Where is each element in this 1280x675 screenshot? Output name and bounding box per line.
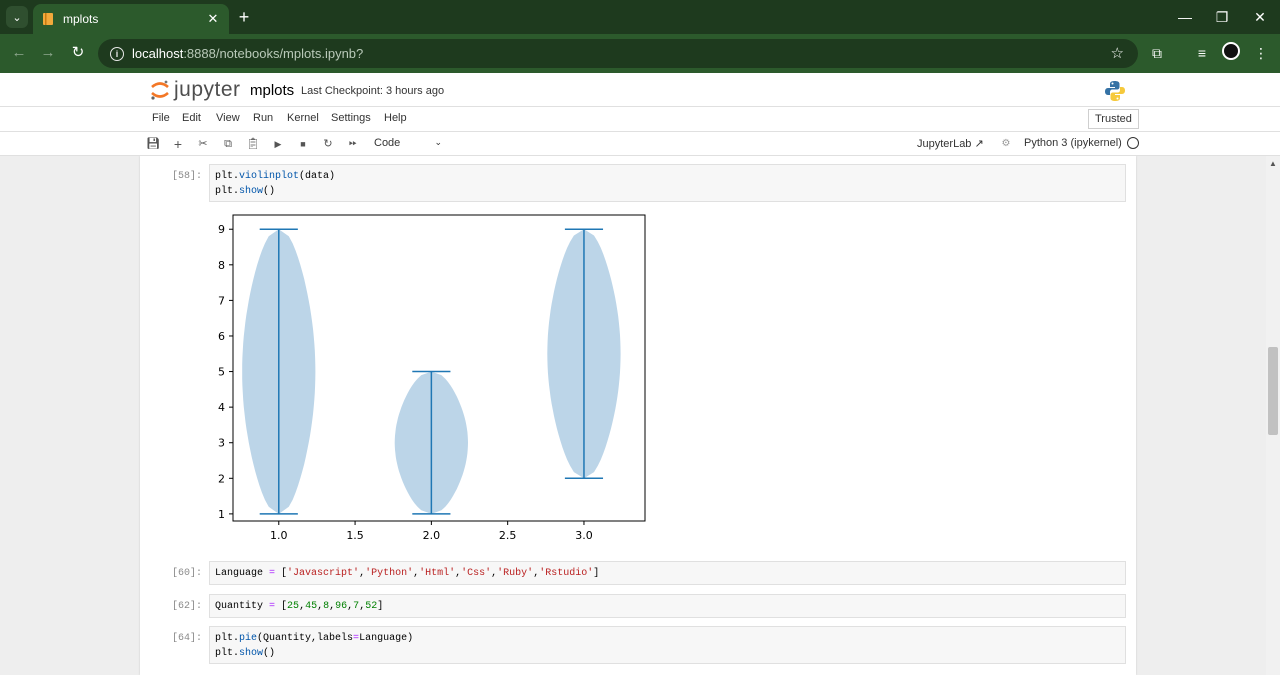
y-tick-label: 1 [218,508,225,521]
notebook-title[interactable]: mplots [250,82,294,99]
notebook-page: [58]: plt.violinplot(data) plt.show() 1.… [140,156,1136,675]
minimize-icon[interactable]: — [1170,6,1200,28]
cut-icon[interactable]: ✂ [195,136,211,152]
violin-chart-svg: 1.0 1.5 2.0 2.5 3.0 1 2 3 4 5 6 7 8 9 [218,214,646,542]
y-tick-label: 6 [218,330,225,343]
jupyter-menu-bar: File Edit View Run Kernel Settings Help … [0,107,1280,132]
forward-icon[interactable]: → [37,42,59,64]
tab-title: mplots [63,12,99,26]
menu-kernel[interactable]: Kernel [287,112,319,124]
stop-icon[interactable]: ■ [295,136,311,152]
jupyter-logo-icon [151,80,169,100]
bookmark-star-icon[interactable]: ☆ [1111,44,1124,62]
menu-help[interactable]: Help [384,112,407,124]
y-tick-label: 8 [218,259,225,272]
external-link-icon: ↗ [974,138,984,150]
maximize-icon[interactable]: ❐ [1207,6,1237,28]
browser-toolbar: ← → ↻ i localhost:8888/notebooks/mplots.… [0,34,1280,73]
violin-chart: 1.0 1.5 2.0 2.5 3.0 1 2 3 4 5 6 7 8 9 [209,210,669,550]
close-window-icon[interactable]: ✕ [1245,6,1275,28]
address-bar[interactable]: i localhost:8888/notebooks/mplots.ipynb?… [98,39,1138,68]
x-tick-label: 1.5 [346,529,364,542]
kernel-name[interactable]: Python 3 (ipykernel) [1024,137,1122,149]
x-tick-label: 2.0 [423,529,441,542]
notebook-toolbar: 💾︎ + ✂ ⧉ 📋︎ ▶ ■ ↻ ⏩︎ Code ⌄ JupyterLab ↗ … [0,132,1280,156]
cell-prompt: [60]: [171,568,202,579]
tab-close-icon[interactable]: ✕ [205,11,221,27]
cell-prompt: [64]: [171,633,202,644]
media-controls-icon[interactable]: ≡ [1191,42,1213,64]
notebook-scrollbar[interactable]: ▲ [1266,156,1280,675]
menu-edit[interactable]: Edit [182,112,201,124]
cell-prompt: [58]: [171,171,202,182]
y-tick-label: 7 [218,294,225,307]
site-info-icon[interactable]: i [110,46,124,61]
chevron-down-icon: ⌄ [434,137,442,147]
menu-view[interactable]: View [216,112,240,124]
restart-run-all-icon[interactable]: ⏩︎ [345,136,361,152]
cell-prompt: [62]: [171,601,202,612]
profile-avatar[interactable] [1222,42,1240,60]
reload-icon[interactable]: ↻ [67,42,89,64]
python-logo-icon [1105,81,1125,101]
menu-file[interactable]: File [152,112,170,124]
scroll-up-icon[interactable]: ▲ [1269,159,1277,168]
copy-icon[interactable]: ⧉ [220,136,236,152]
new-tab-icon[interactable]: + [234,6,254,28]
kernel-status-icon [1127,137,1139,149]
code-cell-language[interactable]: Language = ['Javascript','Python','Html'… [209,561,1126,585]
jupyterlab-link[interactable]: JupyterLab ↗ [917,137,984,150]
code-cell-pie[interactable]: plt.pie(Quantity,labels=Language) plt.sh… [209,626,1126,664]
x-tick-label: 3.0 [575,529,593,542]
restart-icon[interactable]: ↻ [320,136,336,152]
code-cell-quantity[interactable]: Quantity = [25,45,8,96,7,52] [209,594,1126,618]
address-url[interactable]: localhost:8888/notebooks/mplots.ipynb? [132,46,363,61]
kernel-settings-icon[interactable]: ⚙ [998,136,1014,152]
browser-menu-icon[interactable]: ⋮ [1250,42,1272,64]
jupyter-header: jupyter mplots Last Checkpoint: 3 hours … [0,73,1280,107]
browser-tab[interactable]: mplots ✕ [33,4,229,34]
last-checkpoint: Last Checkpoint: 3 hours ago [301,85,445,97]
trusted-indicator[interactable]: Trusted [1088,109,1139,129]
paste-icon[interactable]: 📋︎ [245,136,261,152]
jupyter-logo[interactable]: jupyter [150,78,241,102]
scrollbar-thumb[interactable] [1268,347,1278,435]
save-icon[interactable]: 💾︎ [145,136,161,152]
x-tick-label: 2.5 [499,529,516,542]
menu-settings[interactable]: Settings [331,112,371,124]
insert-cell-icon[interactable]: + [170,136,186,152]
extensions-icon[interactable]: ⧉ [1146,42,1168,64]
browser-tab-bar: ⌄ mplots ✕ + — ❐ ✕ [0,0,1280,34]
code-cell-violinplot[interactable]: plt.violinplot(data) plt.show() [209,164,1126,202]
menu-run[interactable]: Run [253,112,273,124]
y-tick-label: 9 [218,223,225,236]
y-tick-label: 2 [218,472,225,485]
tab-search-chevron-icon[interactable]: ⌄ [6,6,28,28]
x-tick-label: 1.0 [270,529,288,542]
y-tick-label: 4 [218,401,225,414]
back-icon[interactable]: ← [8,42,30,64]
jupyter-logo-text: jupyter [174,78,241,101]
y-tick-label: 5 [218,366,225,379]
run-icon[interactable]: ▶ [270,136,286,152]
notebook-favicon-icon [43,13,53,25]
cell-type-select[interactable]: Code ⌄ [374,137,442,149]
y-tick-label: 3 [218,437,225,450]
notebook-area: [58]: plt.violinplot(data) plt.show() 1.… [0,156,1280,675]
